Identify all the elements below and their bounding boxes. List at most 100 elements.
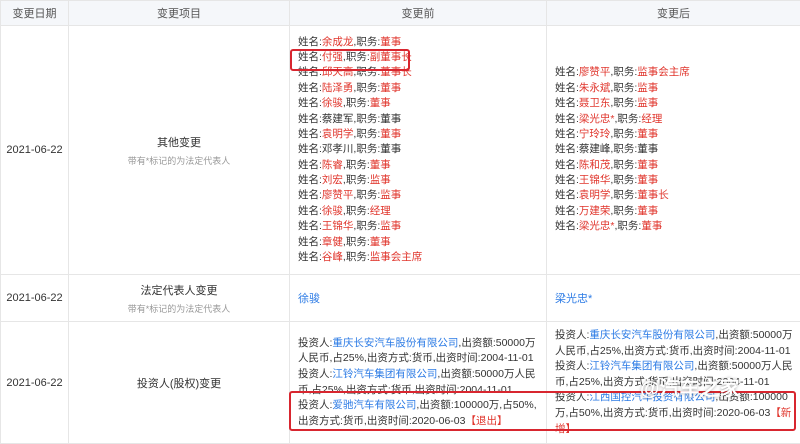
person-name[interactable]: 蔡建军 — [322, 113, 354, 125]
investor-company-link[interactable]: 重庆长安汽车股份有限公司 — [332, 337, 458, 349]
person-name[interactable]: 邓孝川 — [322, 143, 354, 155]
person-role: 董事 — [380, 128, 401, 140]
person-entry: 姓名:徐骏,职务:董事 — [298, 96, 546, 111]
person-entry: 姓名:谷峰,职务:监事会主席 — [298, 250, 546, 265]
person-name[interactable]: 陆泽勇 — [322, 82, 354, 94]
person-role: 董事 — [370, 236, 391, 248]
person-role: 监事 — [380, 189, 401, 201]
person-entry: 姓名:王锦华,职务:董事 — [555, 173, 800, 188]
role-prefix: ,职务: — [615, 220, 642, 232]
investor-company-link[interactable]: 江铃汽车集团有限公司 — [332, 368, 437, 380]
person-name[interactable]: 廖赞平 — [579, 66, 611, 78]
person-role: 经理 — [641, 113, 662, 125]
role-prefix: ,职务: — [610, 174, 637, 186]
person-name[interactable]: 章健 — [322, 236, 343, 248]
person-entry: 姓名:徐骏,职务:经理 — [298, 204, 546, 219]
name-prefix: 姓名: — [555, 128, 579, 140]
header-date: 变更日期 — [1, 1, 69, 26]
name-prefix: 姓名: — [555, 220, 579, 232]
person-name[interactable]: 廖赞平 — [322, 189, 354, 201]
role-prefix: ,职务: — [353, 128, 380, 140]
name-prefix: 姓名: — [298, 236, 322, 248]
role-prefix: ,职务: — [353, 143, 380, 155]
change-date: 2021-06-22 — [1, 26, 69, 275]
name-prefix: 姓名: — [298, 220, 322, 232]
person-role: 监事 — [637, 82, 658, 94]
person-entry: 姓名:陆泽勇,职务:董事 — [298, 81, 546, 96]
name-prefix: 姓名: — [298, 205, 322, 217]
person-role: 董事 — [380, 82, 401, 94]
person-entry: 姓名:陈睿,职务:董事 — [298, 158, 546, 173]
person-name[interactable]: 陈和茂 — [579, 159, 611, 171]
person-role: 董事 — [370, 159, 391, 171]
person-name[interactable]: 徐骏 — [322, 97, 343, 109]
person-role: 监事会主席 — [637, 66, 690, 78]
legal-rep-before-link[interactable]: 徐骏 — [298, 293, 320, 305]
role-prefix: ,职务: — [610, 159, 637, 171]
person-name[interactable]: 袁明学 — [322, 128, 354, 140]
person-entry: 姓名:蔡建军,职务:董事 — [298, 112, 546, 127]
person-role: 监事 — [370, 174, 391, 186]
person-role: 董事 — [637, 205, 658, 217]
after-person-list: 姓名:廖赞平,职务:监事会主席姓名:朱永斌,职务:监事姓名:聂卫东,职务:监事姓… — [555, 65, 800, 234]
name-prefix: 姓名: — [298, 143, 322, 155]
person-entry: 姓名:廖赞平,职务:监事会主席 — [555, 65, 800, 80]
after-cell: 姓名:廖赞平,职务:监事会主席姓名:朱永斌,职务:监事姓名:聂卫东,职务:监事姓… — [547, 26, 800, 275]
investor-company-link[interactable]: 江铃汽车集团有限公司 — [589, 360, 694, 372]
person-name[interactable]: 蔡建峰 — [579, 143, 611, 155]
investor-company-link[interactable]: 重庆长安汽车股份有限公司 — [589, 329, 715, 341]
role-prefix: ,职务: — [343, 251, 370, 263]
change-item: 法定代表人变更 带有*标记的为法定代表人 — [69, 275, 290, 322]
person-role: 董事 — [637, 159, 658, 171]
person-name[interactable]: 余成龙 — [322, 36, 354, 48]
role-prefix: ,职务: — [610, 66, 637, 78]
person-name[interactable]: 陈睿 — [322, 159, 343, 171]
person-name[interactable]: 宁玲玲 — [579, 128, 611, 140]
person-name[interactable]: 袁明学 — [579, 189, 611, 201]
person-entry: 姓名:陈和茂,职务:董事 — [555, 158, 800, 173]
role-prefix: ,职务: — [353, 113, 380, 125]
person-name[interactable]: 刘宏 — [322, 174, 343, 186]
role-prefix: ,职务: — [610, 143, 637, 155]
person-name[interactable]: 梁光忠* — [579, 113, 615, 125]
person-name[interactable]: 王锦华 — [579, 174, 611, 186]
person-name[interactable]: 王锦华 — [322, 220, 354, 232]
change-item: 投资人(股权)变更 — [69, 322, 290, 444]
name-prefix: 姓名: — [555, 143, 579, 155]
person-entry: 姓名:宁玲玲,职务:董事 — [555, 127, 800, 142]
role-prefix: ,职务: — [353, 82, 380, 94]
person-name[interactable]: 谷峰 — [322, 251, 343, 263]
person-name[interactable]: 朱永斌 — [579, 82, 611, 94]
change-item-title: 其他变更 — [69, 134, 289, 150]
person-role: 董事 — [637, 128, 658, 140]
name-prefix: 姓名: — [298, 36, 322, 48]
person-name[interactable]: 徐骏 — [322, 205, 343, 217]
person-role: 董事 — [370, 97, 391, 109]
person-name[interactable]: 梁光忠* — [579, 220, 615, 232]
legal-rep-after-link[interactable]: 梁光忠* — [555, 293, 592, 305]
role-prefix: ,职务: — [610, 97, 637, 109]
person-entry: 姓名:邓孝川,职务:董事 — [298, 142, 546, 157]
person-entry: 姓名:梁光忠*,职务:经理 — [555, 112, 800, 127]
role-prefix: ,职务: — [343, 97, 370, 109]
person-name[interactable]: 聂卫东 — [579, 97, 611, 109]
person-entry: 姓名:余成龙,职务:董事 — [298, 35, 546, 50]
person-role: 董事长 — [637, 189, 669, 201]
role-prefix: ,职务: — [343, 159, 370, 171]
person-entry: 姓名:廖赞平,职务:监事 — [298, 188, 546, 203]
change-item-title: 法定代表人变更 — [69, 282, 289, 298]
highlight-box-vice-chairman — [290, 49, 410, 71]
person-entry: 姓名:刘宏,职务:监事 — [298, 173, 546, 188]
name-prefix: 姓名: — [298, 174, 322, 186]
legal-rep-note: 带有*标记的为法定代表人 — [69, 154, 289, 167]
name-prefix: 姓名: — [555, 97, 579, 109]
name-prefix: 姓名: — [555, 189, 579, 201]
investor-entry: 投资人:重庆长安汽车股份有限公司,出资额:50000万人民币,占25%,出资方式… — [298, 336, 540, 367]
person-name[interactable]: 万建荣 — [579, 205, 611, 217]
name-prefix: 姓名: — [555, 205, 579, 217]
investor-prefix: 投资人: — [555, 329, 589, 341]
change-item: 其他变更 带有*标记的为法定代表人 — [69, 26, 290, 275]
role-prefix: ,职务: — [610, 205, 637, 217]
name-prefix: 姓名: — [555, 113, 579, 125]
name-prefix: 姓名: — [298, 113, 322, 125]
